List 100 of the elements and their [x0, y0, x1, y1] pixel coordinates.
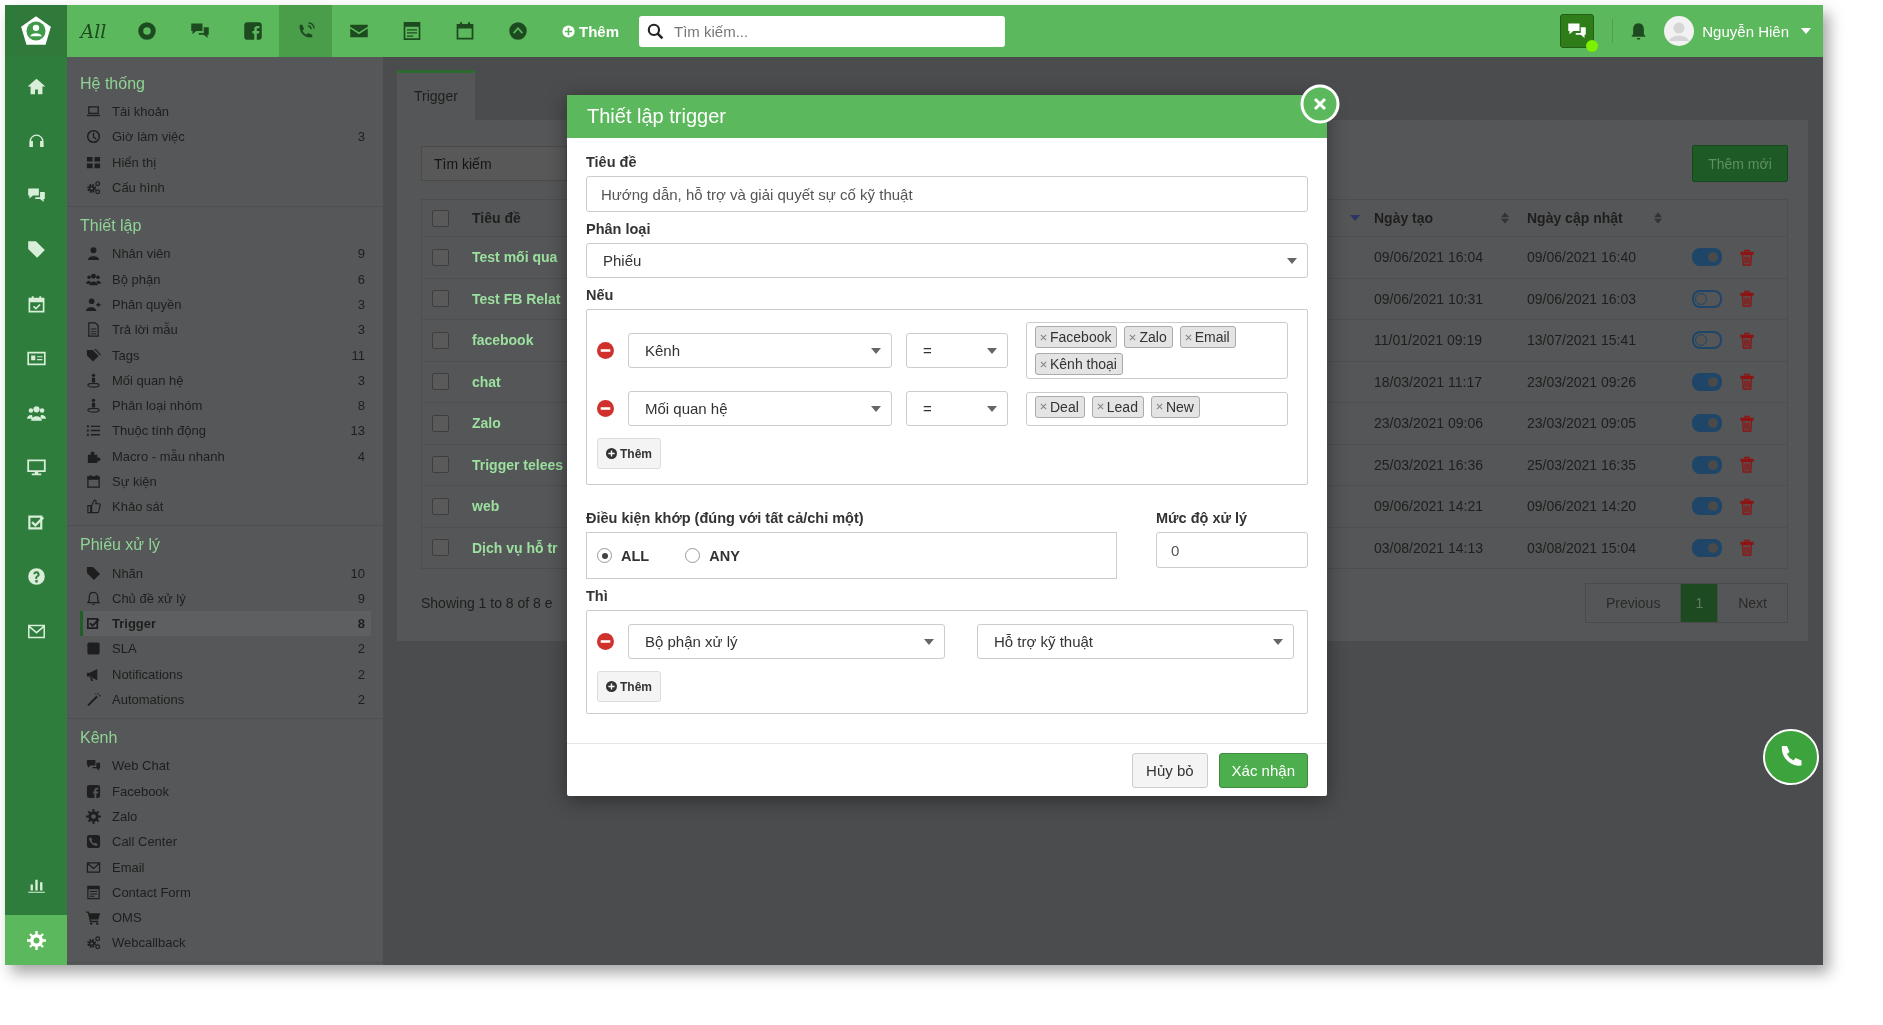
sidebar-item[interactable]: Hiển thị — [80, 149, 371, 175]
sidebar-item-label: Macro - mẫu nhanh — [112, 448, 225, 464]
item-count: 6 — [357, 271, 365, 287]
sidebar-item[interactable]: Tags 11 — [80, 342, 371, 368]
category-dropdown[interactable]: Phiếu — [586, 243, 1308, 278]
tag-field[interactable]: Deal Lead New — [1026, 391, 1288, 426]
sidebar-item[interactable]: Tài khoản — [80, 99, 371, 125]
add-new-button[interactable]: Thêm mới — [1692, 145, 1788, 182]
table-cell: 09/06/2021 10:31 — [1374, 290, 1483, 307]
column-header[interactable]: Ngày tạo — [1374, 210, 1434, 226]
sidebar-item[interactable]: Web Chat — [80, 753, 371, 779]
sidebar-item[interactable]: Automations 2 — [80, 686, 371, 713]
field-label: Tiêu đề — [586, 153, 638, 172]
operator-dropdown[interactable]: = — [906, 391, 1008, 426]
table-cell: 23/03/2021 09:26 — [1527, 373, 1636, 390]
sidebar-item[interactable]: OMS — [80, 905, 371, 931]
sidebar-item[interactable]: Nhãn 10 — [80, 560, 371, 586]
sidebar-item[interactable]: Giờ làm việc 3 — [80, 124, 371, 150]
user-name[interactable]: Nguyễn Hiên — [1702, 22, 1789, 40]
trigger-link[interactable]: Trigger telees — [472, 456, 564, 473]
value-dropdown[interactable]: Hỗ trợ kỹ thuật — [977, 624, 1294, 659]
sidebar-item-label: Trigger — [112, 616, 157, 632]
sidebar-item[interactable]: Mối quan hệ 3 — [80, 367, 371, 393]
sidebar-item[interactable]: Webcallback — [80, 930, 371, 956]
sidebar-item-label: Khảo sát — [112, 499, 164, 515]
section-heading: Phiếu xử lý — [79, 535, 162, 556]
sidebar-item-label: SLA — [112, 641, 137, 657]
sidebar-item-label: Zalo — [112, 808, 138, 824]
sidebar-item[interactable]: Sự kiện — [80, 468, 371, 495]
sidebar-item[interactable]: Cấu hình — [80, 174, 371, 201]
match-option[interactable]: ALL — [597, 547, 650, 564]
trigger-link[interactable]: Test mối qua — [472, 249, 558, 266]
add-condition-button[interactable]: Thêm — [597, 438, 661, 469]
sidebar-item[interactable]: Trigger 8 — [80, 611, 371, 637]
trigger-link[interactable]: facebook — [472, 332, 534, 349]
operator-dropdown[interactable]: = — [906, 333, 1008, 368]
sidebar-item[interactable]: Trả lời mẫu 3 — [80, 317, 371, 343]
sidebar-item-label: Nhãn — [112, 565, 144, 581]
sidebar-item-label: Mối quan hệ — [112, 372, 184, 388]
add-action-button[interactable]: Thêm — [597, 671, 661, 702]
item-count: 2 — [357, 692, 365, 708]
table-cell: 09/06/2021 16:04 — [1374, 249, 1483, 266]
sidebar-item[interactable]: Chủ đề xử lý 9 — [80, 585, 371, 612]
add-button[interactable]: Thêm — [562, 22, 619, 40]
item-count: 13 — [350, 423, 365, 439]
tag-label: Email — [1194, 329, 1230, 345]
trigger-link[interactable]: chat — [472, 373, 501, 390]
field-dropdown[interactable]: Mối quan hệ — [628, 391, 892, 426]
sidebar-item[interactable]: Nhân viên 9 — [80, 241, 371, 267]
sidebar-item-label: Web Chat — [112, 758, 170, 774]
tag-field[interactable]: Facebook Zalo Email Kênh thoại — [1026, 322, 1288, 379]
sidebar-item[interactable]: Phân quyền 3 — [80, 291, 371, 318]
sidebar-item-label: Giờ làm việc — [112, 129, 185, 145]
sidebar-item[interactable]: Notifications 2 — [80, 661, 371, 687]
tag-label: Deal — [1050, 398, 1079, 415]
tab[interactable]: Trigger — [397, 70, 475, 120]
sidebar-item[interactable]: Contact Form — [80, 879, 371, 905]
sidebar-item[interactable]: Zalo — [80, 803, 371, 830]
sidebar-item[interactable]: Phân loại nhóm 8 — [80, 392, 371, 419]
table-cell: 09/06/2021 16:40 — [1527, 249, 1636, 266]
sidebar-item-label: Contact Form — [112, 884, 191, 900]
sidebar-item-label: Trả lời mẫu — [112, 322, 178, 338]
search-field[interactable]: Tìm kiếm — [421, 146, 567, 181]
title-field[interactable]: Hướng dẫn, hỗ trợ và giải quyết sự cố kỹ thuật — [586, 176, 1308, 212]
sidebar-item[interactable]: Khảo sát — [80, 494, 371, 520]
sidebar-item[interactable]: Call Center — [80, 829, 371, 855]
item-count: 2 — [357, 641, 365, 657]
trigger-link[interactable]: Dịch vụ hỗ tr — [472, 539, 558, 556]
field-label: Mức độ xử lý — [1156, 509, 1249, 528]
trigger-link[interactable]: Zalo — [472, 415, 501, 432]
all-tab[interactable]: All — [67, 5, 120, 57]
sidebar-item-label: Nhân viên — [112, 246, 171, 262]
field-dropdown[interactable]: Kênh — [628, 333, 892, 368]
column-header[interactable]: Ngày cập nhật — [1527, 210, 1623, 226]
item-count: 3 — [357, 322, 365, 338]
sidebar-item[interactable]: Facebook — [80, 778, 371, 804]
cancel-button[interactable]: Hủy bỏ — [1132, 753, 1208, 788]
sidebar-item[interactable]: Thuộc tính động 13 — [80, 418, 371, 444]
item-count: 3 — [357, 296, 365, 312]
sidebar-item[interactable]: SLA 2 — [80, 636, 371, 662]
column-header[interactable]: Tiêu đề — [472, 210, 521, 226]
page-button[interactable]: 1 — [1680, 583, 1719, 623]
item-count: 8 — [357, 616, 365, 632]
sidebar-item-label: Thuộc tính động — [112, 423, 206, 439]
sidebar-item[interactable]: Bộ phận 6 — [80, 266, 371, 292]
table-cell: 09/06/2021 14:20 — [1527, 498, 1636, 515]
match-option[interactable]: ANY — [685, 547, 740, 564]
sidebar-item[interactable]: Macro - mẫu nhanh 4 — [80, 443, 371, 469]
sidebar-item[interactable]: Email — [80, 854, 371, 880]
trigger-link[interactable]: Test FB Relat — [472, 290, 561, 307]
item-count: 3 — [357, 129, 365, 145]
sidebar-item-label: Facebook — [112, 783, 170, 799]
priority-field[interactable]: 0 — [1156, 532, 1308, 568]
action-dropdown[interactable]: Bộ phận xử lý — [628, 624, 945, 659]
search-field[interactable]: Tìm kiếm... — [639, 15, 1005, 47]
confirm-button[interactable]: Xác nhận — [1218, 753, 1308, 788]
item-count: 9 — [357, 590, 365, 606]
trigger-link[interactable]: web — [472, 498, 500, 515]
sidebar-item-label: OMS — [112, 910, 142, 926]
field-label: Điều kiện khớp (đúng với tất cả/chỉ một) — [586, 509, 865, 528]
